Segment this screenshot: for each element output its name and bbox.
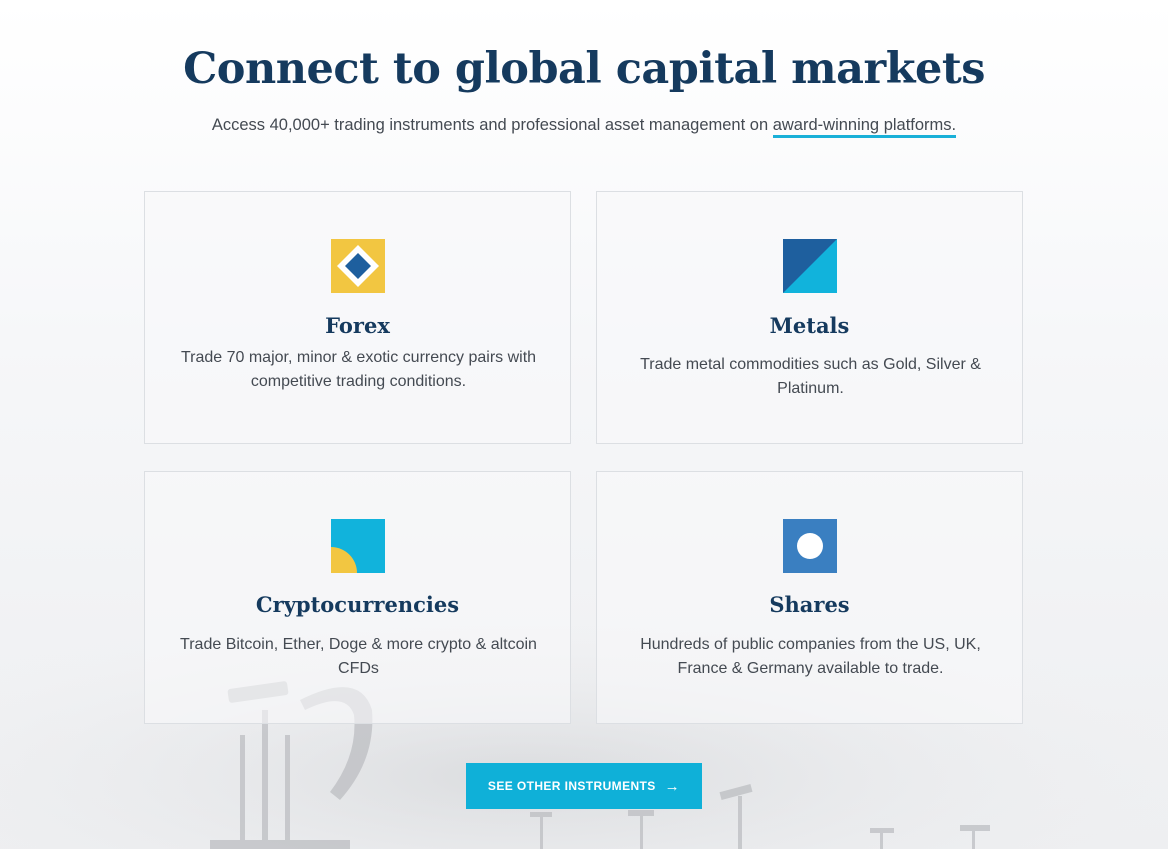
card-title: Metals bbox=[769, 313, 850, 338]
instrument-card-forex[interactable]: Forex Trade 70 major, minor & exotic cur… bbox=[144, 191, 571, 444]
shares-icon bbox=[783, 519, 837, 573]
card-title: Forex bbox=[325, 313, 390, 338]
card-title: Shares bbox=[769, 592, 850, 617]
see-other-instruments-button[interactable]: SEE OTHER INSTRUMENTS → bbox=[466, 763, 702, 809]
card-description: Hundreds of public companies from the US… bbox=[640, 636, 981, 677]
metals-icon bbox=[783, 239, 837, 293]
award-winning-platforms-link[interactable]: award-winning platforms. bbox=[772, 116, 957, 138]
instrument-card-metals[interactable]: Metals Trade metal commodities such as G… bbox=[596, 191, 1023, 444]
instrument-card-shares[interactable]: Shares Hundreds of public companies from… bbox=[596, 471, 1023, 724]
page-subtitle: Access 40,000+ trading instruments and p… bbox=[0, 116, 1168, 138]
card-description: Trade metal commodities such as Gold, Si… bbox=[640, 356, 981, 397]
instrument-card-cryptocurrencies[interactable]: Cryptocurrencies Trade Bitcoin, Ether, D… bbox=[144, 471, 571, 724]
arrow-right-icon: → bbox=[664, 777, 681, 795]
card-description: Trade 70 major, minor & exotic currency … bbox=[180, 349, 537, 390]
subtitle-text: Access 40,000+ trading instruments and p… bbox=[211, 116, 773, 134]
card-description: Trade Bitcoin, Ether, Doge & more crypto… bbox=[180, 636, 537, 677]
cta-label: SEE OTHER INSTRUMENTS bbox=[487, 779, 656, 793]
crypto-icon bbox=[331, 519, 385, 573]
page-title: Connect to global capital markets bbox=[183, 44, 985, 94]
forex-icon bbox=[331, 239, 385, 293]
card-title: Cryptocurrencies bbox=[255, 592, 460, 617]
